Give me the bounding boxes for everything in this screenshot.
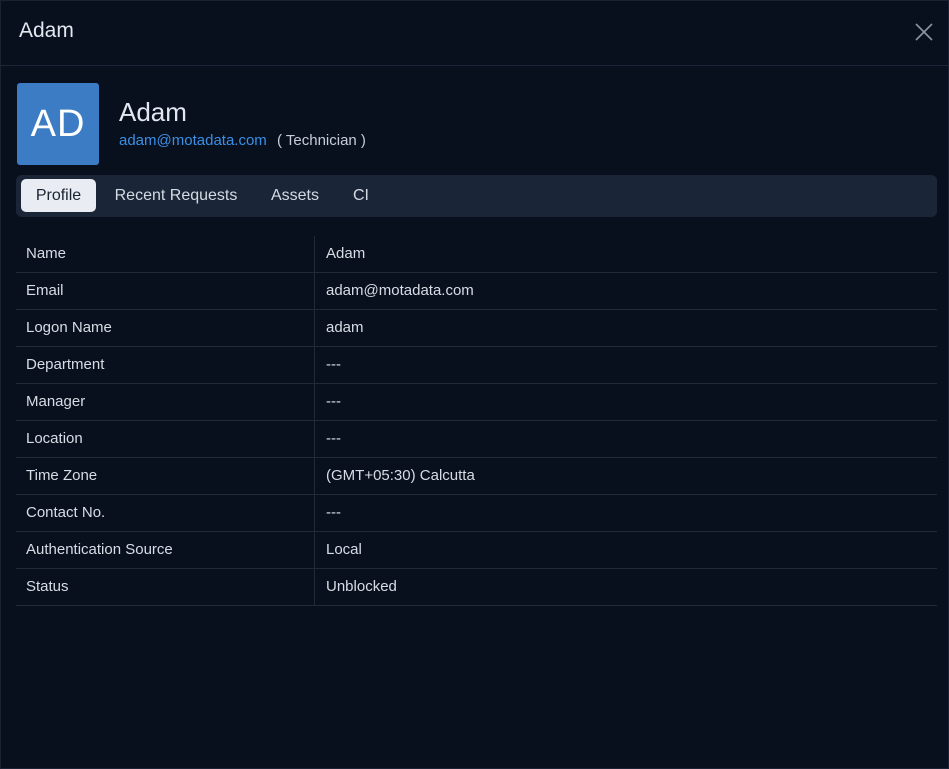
field-label: Authentication Source bbox=[16, 532, 315, 568]
field-value: adam@motadata.com bbox=[326, 282, 474, 299]
table-row: Time Zone (GMT+05:30) Calcutta bbox=[16, 458, 937, 495]
user-name: Adam bbox=[119, 97, 187, 127]
field-value: Unblocked bbox=[326, 578, 397, 595]
field-label: Manager bbox=[16, 384, 315, 420]
field-value: adam bbox=[326, 319, 364, 336]
profile-details-table: Name Adam Email adam@motadata.com Logon … bbox=[16, 236, 937, 606]
field-label: Logon Name bbox=[16, 310, 315, 346]
field-label: Status bbox=[16, 569, 315, 605]
table-row: Logon Name adam bbox=[16, 310, 937, 347]
table-row: Email adam@motadata.com bbox=[16, 273, 937, 310]
field-value: --- bbox=[326, 356, 341, 373]
avatar: AD bbox=[17, 83, 99, 165]
table-row: Status Unblocked bbox=[16, 569, 937, 606]
tab-profile[interactable]: Profile bbox=[21, 179, 96, 212]
user-role: ( Technician ) bbox=[277, 132, 366, 149]
field-label: Department bbox=[16, 347, 315, 383]
tab-recent-requests[interactable]: Recent Requests bbox=[104, 179, 248, 212]
tab-ci[interactable]: CI bbox=[343, 179, 379, 212]
field-value: --- bbox=[326, 430, 341, 447]
table-row: Location --- bbox=[16, 421, 937, 458]
table-row: Department --- bbox=[16, 347, 937, 384]
dialog-header: Adam bbox=[1, 1, 948, 66]
field-value: Local bbox=[326, 541, 362, 558]
close-icon bbox=[915, 23, 933, 41]
tab-assets[interactable]: Assets bbox=[261, 179, 329, 212]
field-label: Time Zone bbox=[16, 458, 315, 494]
field-label: Email bbox=[16, 273, 315, 309]
field-value: Adam bbox=[326, 245, 366, 262]
field-value: --- bbox=[326, 504, 341, 521]
table-row: Name Adam bbox=[16, 236, 937, 273]
dialog-title: Adam bbox=[19, 19, 74, 42]
field-label: Name bbox=[16, 236, 315, 272]
user-email-link[interactable]: adam@motadata.com bbox=[119, 132, 267, 149]
table-row: Contact No. --- bbox=[16, 495, 937, 532]
table-row: Manager --- bbox=[16, 384, 937, 421]
field-label: Location bbox=[16, 421, 315, 457]
field-value: --- bbox=[326, 393, 341, 410]
table-row: Authentication Source Local bbox=[16, 532, 937, 569]
field-value: (GMT+05:30) Calcutta bbox=[326, 467, 475, 484]
tab-bar: Profile Recent Requests Assets CI bbox=[16, 175, 937, 217]
field-label: Contact No. bbox=[16, 495, 315, 531]
close-button[interactable] bbox=[911, 19, 937, 45]
user-detail-dialog: Adam AD Adam adam@motadata.com ( Technic… bbox=[0, 0, 949, 769]
